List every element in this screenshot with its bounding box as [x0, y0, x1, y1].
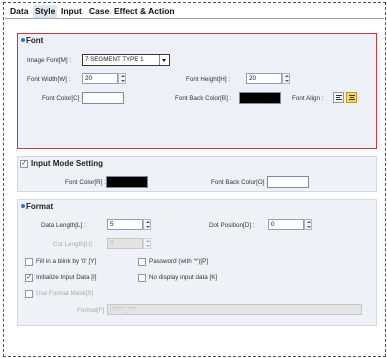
font-height-label: Font Height[H] : [186, 76, 231, 83]
font-group: Font Image Font[M] : 7 SEGMENT TYPE 1 Fo… [17, 33, 377, 149]
use-format-mask-checkbox[interactable] [25, 290, 33, 298]
cut-length-spinner[interactable] [143, 238, 151, 249]
image-font-value: 7 SEGMENT TYPE 1 [85, 56, 144, 63]
input-font-back-color-label: Font Back Color[O] : [211, 179, 269, 186]
font-width-spinner[interactable] [118, 73, 126, 84]
data-length-input[interactable]: 5 [107, 219, 143, 230]
font-color-picker[interactable] [82, 92, 124, 104]
input-mode-title: Input Mode Setting [31, 159, 103, 168]
font-height-input[interactable]: 20 [246, 73, 282, 84]
input-mode-checkbox[interactable]: ✓ [20, 160, 28, 168]
format-group-title: Format [26, 202, 54, 211]
tab-effect-action[interactable]: Effect & Action [112, 5, 177, 18]
align-left-icon[interactable] [333, 92, 344, 103]
tab-data[interactable]: Data [8, 5, 30, 18]
window-frame: Data Style Input Case Effect & Action Fo… [3, 2, 386, 357]
input-mode-group: ✓ Input Mode Setting Font Color[R] : Fon… [17, 156, 377, 192]
image-font-label: Image Font[M] : [27, 57, 72, 64]
format-input[interactable]: [Y]'**_'*** [107, 304, 362, 315]
tab-input[interactable]: Input [59, 5, 84, 18]
font-height-spinner[interactable] [282, 73, 290, 84]
style-panel: Font Image Font[M] : 7 SEGMENT TYPE 1 Fo… [4, 19, 385, 356]
font-align-label: Font Align : [292, 95, 324, 102]
initialize-input-label: Initialize Input Data [I] [36, 274, 97, 281]
dot-position-input[interactable]: 0 [268, 219, 304, 230]
chevron-down-icon[interactable] [159, 55, 169, 65]
dot-position-spinner[interactable] [304, 219, 312, 230]
tab-bar: Data Style Input Case Effect & Action [5, 4, 384, 19]
cut-length-input[interactable]: 0 [107, 238, 143, 249]
dot-position-label: Dot Position[D] : [209, 222, 255, 229]
font-group-title: Font [26, 36, 44, 45]
fill-blank-label: Fill in a blink by '0' [Y] [36, 258, 97, 265]
input-font-color-label: Font Color[R] : [65, 179, 106, 186]
data-length-spinner[interactable] [143, 219, 151, 230]
tab-case[interactable]: Case [87, 5, 111, 18]
use-format-mask-label: Use Format Mask[S] [36, 290, 94, 297]
font-width-input[interactable]: 20 [82, 73, 118, 84]
tab-style[interactable]: Style [33, 5, 58, 18]
password-checkbox[interactable] [138, 258, 146, 266]
password-label: Password (with '*')[P] [149, 258, 209, 265]
format-label: Format[F] : [77, 307, 108, 314]
data-length-label: Data Length[L] : [41, 222, 86, 229]
fill-blank-checkbox[interactable] [25, 258, 33, 266]
initialize-input-checkbox[interactable]: ✓ [25, 274, 33, 282]
font-color-label: Font Color[C] : [42, 95, 83, 102]
align-center-icon[interactable] [346, 92, 357, 103]
font-width-label: Font Width[W] : [27, 76, 71, 83]
font-bullet-icon [21, 38, 25, 42]
font-back-color-label: Font Back Color[B] : [175, 95, 232, 102]
format-group: Format Data Length[L] : 5 Dot Position[D… [17, 199, 377, 326]
no-display-checkbox[interactable] [138, 274, 146, 282]
image-font-select[interactable]: 7 SEGMENT TYPE 1 [82, 54, 170, 66]
no-display-label: No display input data [K] [149, 274, 218, 281]
input-font-color-picker[interactable] [106, 176, 148, 188]
format-bullet-icon [21, 204, 25, 208]
font-back-color-picker[interactable] [239, 92, 281, 104]
cut-length-label: Cut Length[U] : [53, 241, 96, 248]
input-font-back-color-picker[interactable] [267, 176, 309, 188]
